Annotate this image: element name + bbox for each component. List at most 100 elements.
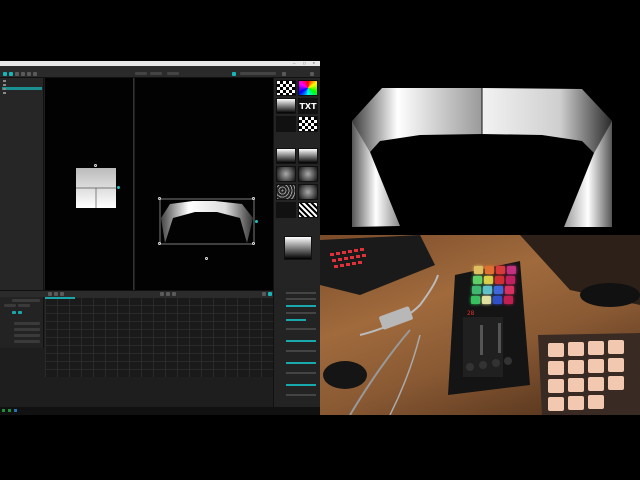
corner-handle[interactable] (252, 242, 255, 245)
rgb-pad (506, 276, 515, 284)
prop-field[interactable] (14, 322, 40, 325)
prop-field[interactable] (14, 340, 40, 343)
start-icon[interactable] (2, 409, 5, 412)
corner-handle[interactable] (158, 197, 161, 200)
transform-handle[interactable] (94, 164, 97, 167)
media-thumb-gradient[interactable] (298, 148, 318, 164)
rgb-pad (504, 296, 513, 304)
anchor-handle[interactable] (117, 186, 120, 189)
panel-button[interactable] (310, 72, 314, 76)
duplicate-button[interactable] (15, 72, 19, 76)
mapped-surface[interactable] (161, 201, 253, 243)
input-canvas (76, 168, 116, 208)
projection-output-canvas (352, 88, 612, 227)
output-viewport[interactable] (135, 78, 273, 290)
timeline-button[interactable] (268, 292, 272, 296)
media-thumb[interactable] (298, 166, 318, 182)
rgb-pad (505, 286, 514, 294)
group-button[interactable] (27, 72, 31, 76)
layer-row-selected[interactable] (2, 87, 42, 90)
delete-button[interactable] (21, 72, 25, 76)
media-thumb-color[interactable] (298, 80, 318, 96)
corner-handle[interactable] (158, 242, 161, 245)
rgb-pad (482, 296, 491, 304)
control-slider[interactable] (286, 340, 316, 342)
webcam-feed: 28 (320, 235, 640, 415)
mode-button-1[interactable] (135, 72, 147, 75)
timeline-button[interactable] (54, 292, 58, 296)
loop-icon[interactable] (172, 292, 176, 296)
media-thumb-stripes[interactable] (298, 202, 318, 218)
zoom-slider[interactable] (240, 72, 276, 75)
add-mask-button[interactable] (9, 72, 13, 76)
corner-handle[interactable] (252, 197, 255, 200)
control-slider[interactable] (286, 350, 316, 352)
projected-panel-right (482, 88, 612, 153)
prop-field[interactable] (4, 304, 16, 307)
media-thumb-noise[interactable] (276, 184, 296, 200)
output-toggle-button[interactable] (232, 72, 236, 76)
control-slider[interactable] (286, 312, 316, 314)
fullscreen-button[interactable] (282, 72, 286, 76)
app-icon[interactable] (14, 409, 17, 412)
prop-field[interactable] (18, 304, 30, 307)
media-thumb-gradient[interactable] (276, 148, 296, 164)
media-thumb[interactable] (276, 116, 296, 132)
layer-thumbnail-icon (3, 87, 6, 90)
timeline-playhead[interactable] (45, 297, 75, 299)
rgb-pad (495, 276, 504, 284)
layer-row[interactable] (2, 83, 42, 86)
app-icon[interactable] (8, 409, 11, 412)
control-slider[interactable] (286, 362, 316, 364)
control-slider[interactable] (286, 384, 316, 386)
timeline-button[interactable] (60, 292, 64, 296)
rgb-pad (484, 276, 493, 284)
media-thumb[interactable] (276, 202, 296, 218)
control-slider[interactable] (286, 292, 316, 294)
rgb-pad (507, 266, 516, 274)
timeline-toolbar (0, 290, 273, 297)
input-viewport[interactable] (45, 78, 134, 290)
add-layer-button[interactable] (3, 72, 7, 76)
settings-button[interactable] (33, 72, 37, 76)
taskbar (0, 407, 320, 415)
control-slider[interactable] (286, 305, 316, 307)
timeline-button[interactable] (262, 292, 266, 296)
control-slider[interactable] (286, 328, 316, 330)
anchor-handle[interactable] (255, 220, 258, 223)
media-thumb-checker[interactable] (276, 80, 296, 96)
rgb-pad (493, 296, 502, 304)
layer-thumbnail-icon (3, 91, 6, 94)
layers-panel (0, 78, 44, 292)
media-thumb-checker[interactable] (298, 116, 318, 132)
play-icon[interactable] (160, 292, 164, 296)
media-thumb[interactable] (298, 184, 318, 200)
media-preview[interactable] (284, 236, 312, 260)
layer-row[interactable] (2, 79, 42, 82)
toggle-switch[interactable] (12, 311, 16, 314)
rgb-pad (485, 266, 494, 274)
mode-button-2[interactable] (150, 72, 162, 75)
projected-panel-left (352, 88, 482, 152)
prop-field[interactable] (14, 328, 40, 331)
media-thumb[interactable] (276, 166, 296, 182)
media-thumb-text[interactable]: TXT (298, 98, 318, 114)
timeline-button[interactable] (48, 292, 52, 296)
mode-button-3[interactable] (167, 72, 179, 75)
control-slider[interactable] (286, 394, 316, 396)
blend-mode-select[interactable] (12, 299, 40, 302)
toggle-switch[interactable] (18, 311, 22, 314)
timeline-grid[interactable] (45, 297, 273, 377)
stop-icon[interactable] (166, 292, 170, 296)
control-slider[interactable] (286, 298, 316, 300)
media-thumb-gradient[interactable] (276, 98, 296, 114)
control-slider[interactable] (286, 319, 306, 321)
rgb-pad (483, 286, 492, 294)
control-slider[interactable] (286, 372, 316, 374)
rgb-pad (494, 286, 503, 294)
prop-field[interactable] (14, 334, 40, 337)
rgb-pad (472, 286, 481, 294)
transform-handle[interactable] (205, 257, 208, 260)
layer-row[interactable] (2, 91, 42, 94)
rgb-pad (496, 266, 505, 274)
